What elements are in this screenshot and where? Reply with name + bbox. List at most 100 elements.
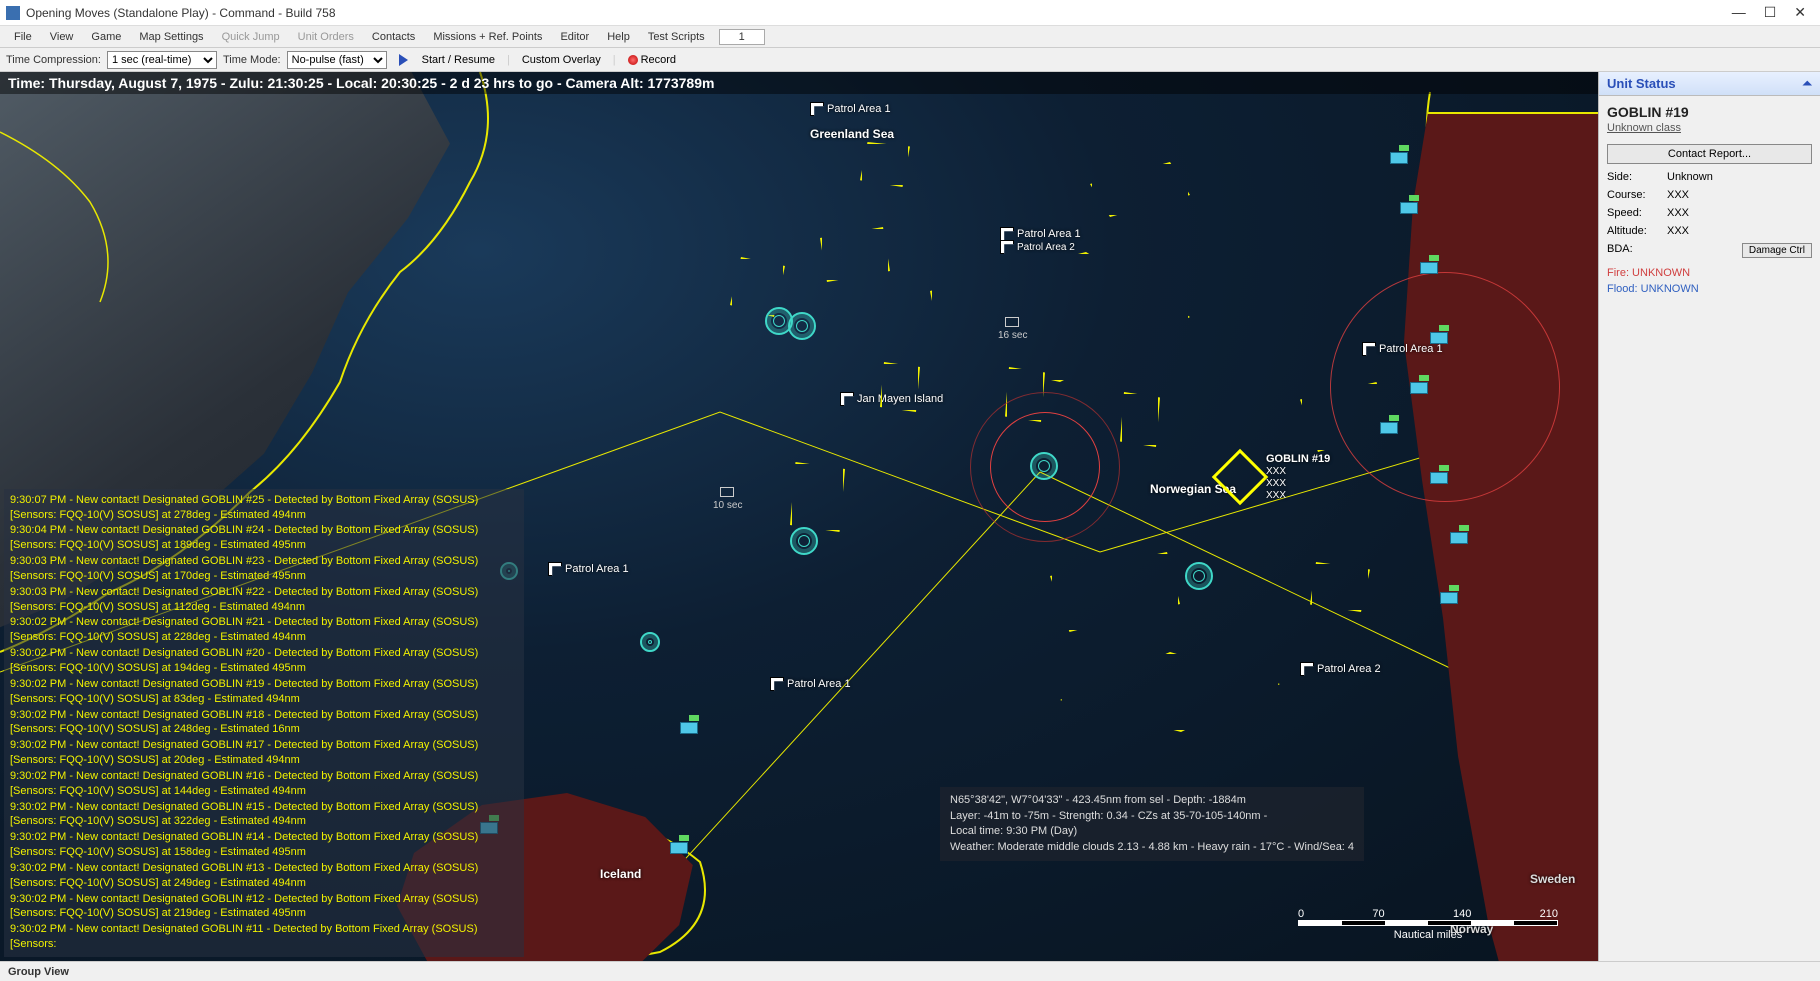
cursor-info-weather: Weather: Moderate middle clouds 2.13 - 4… bbox=[950, 840, 1354, 855]
menu-number-box[interactable]: 1 bbox=[719, 29, 765, 45]
selected-name: GOBLIN #19 bbox=[1266, 453, 1330, 466]
friendly-unit[interactable] bbox=[1400, 202, 1418, 214]
menu-contacts[interactable]: Contacts bbox=[364, 29, 423, 45]
log-entry: 9:30:02 PM - New contact! Designated GOB… bbox=[10, 861, 518, 891]
selected-line1: XXX bbox=[1266, 466, 1330, 478]
log-entry: 9:30:07 PM - New contact! Designated GOB… bbox=[10, 493, 518, 523]
log-entry: 9:30:03 PM - New contact! Designated GOB… bbox=[10, 554, 518, 584]
log-entry: 9:30:02 PM - New contact! Designated GOB… bbox=[10, 738, 518, 768]
sonar-contact[interactable] bbox=[1030, 452, 1058, 480]
log-entry: 9:30:02 PM - New contact! Designated GOB… bbox=[10, 769, 518, 799]
unit-class-link[interactable]: Unknown class bbox=[1599, 122, 1820, 140]
menu-editor[interactable]: Editor bbox=[552, 29, 597, 45]
rp-patrol-area-ne[interactable]: Patrol Area 1 bbox=[1362, 342, 1443, 356]
cursor-info-box: N65°38'42", W7°04'33" - 423.45nm from se… bbox=[940, 787, 1364, 861]
menu-map-settings[interactable]: Map Settings bbox=[131, 29, 211, 45]
patrol-poly bbox=[1090, 162, 1190, 217]
collapse-panel-icon[interactable]: ⏶ bbox=[1802, 76, 1812, 91]
rp-jan-mayen[interactable]: Jan Mayen Island bbox=[840, 392, 943, 406]
panel-header: Unit Status ⏶ bbox=[1599, 72, 1820, 96]
menu-test-scripts[interactable]: Test Scripts bbox=[640, 29, 713, 45]
speed-value: XXX bbox=[1667, 207, 1689, 219]
flood-status: Flood: UNKNOWN bbox=[1599, 281, 1820, 297]
sonar-contact[interactable] bbox=[790, 527, 818, 555]
menu-game[interactable]: Game bbox=[83, 29, 129, 45]
start-resume-button[interactable]: Start / Resume bbox=[416, 52, 501, 68]
log-entry: 9:30:03 PM - New contact! Designated GOB… bbox=[10, 585, 518, 615]
scale-label: Nautical miles bbox=[1298, 929, 1558, 941]
scale-bar: 0 70 140 210 Nautical miles bbox=[1298, 908, 1558, 941]
friendly-unit[interactable] bbox=[1450, 532, 1468, 544]
patrol-poly bbox=[860, 142, 910, 187]
menu-quick-jump[interactable]: Quick Jump bbox=[214, 29, 288, 45]
selected-contact[interactable]: GOBLIN #19 XXX XXX XXX bbox=[1220, 457, 1260, 500]
friendly-unit[interactable] bbox=[670, 842, 688, 854]
menu-view[interactable]: View bbox=[42, 29, 82, 45]
unit-name: GOBLIN #19 bbox=[1599, 96, 1820, 122]
friendly-unit[interactable] bbox=[1380, 422, 1398, 434]
friendly-unit[interactable] bbox=[1420, 262, 1438, 274]
rp-patrol-area-mid[interactable]: Patrol Area 1 bbox=[770, 677, 851, 691]
rp-patrol-area-1-n[interactable]: Patrol Area 1 bbox=[810, 102, 891, 116]
rp-patrol-area-2-e[interactable]: Patrol Area 2 bbox=[1300, 662, 1381, 676]
rp-patrol-area-1-w[interactable]: Patrol Area 1 bbox=[548, 562, 629, 576]
time-compression-select[interactable]: 1 sec (real-time) bbox=[107, 51, 217, 69]
damage-ctrl-button[interactable]: Damage Ctrl bbox=[1742, 243, 1812, 258]
log-entry: 9:30:02 PM - New contact! Designated GOB… bbox=[10, 892, 518, 922]
log-entry: 9:30:02 PM - New contact! Designated GOB… bbox=[10, 708, 518, 738]
cursor-info-coords: N65°38'42", W7°04'33" - 423.45nm from se… bbox=[950, 793, 1354, 808]
timing-marker-16s bbox=[1005, 317, 1019, 327]
group-view-label[interactable]: Group View bbox=[8, 966, 69, 978]
friendly-unit[interactable] bbox=[1430, 332, 1448, 344]
maximize-button[interactable]: ☐ bbox=[1764, 4, 1777, 21]
menu-help[interactable]: Help bbox=[599, 29, 638, 45]
label-greenland-sea: Greenland Sea bbox=[810, 127, 894, 141]
fire-status: Fire: UNKNOWN bbox=[1599, 261, 1820, 281]
selected-line2: XXX bbox=[1266, 478, 1330, 490]
patrol-poly bbox=[820, 227, 890, 282]
timing-label-10s: 10 sec bbox=[713, 500, 742, 511]
close-button[interactable]: ✕ bbox=[1794, 4, 1806, 21]
time-status-bar: Time: Thursday, August 7, 1975 - Zulu: 2… bbox=[0, 72, 1598, 94]
unit-status-panel: Unit Status ⏶ GOBLIN #19 Unknown class C… bbox=[1598, 72, 1820, 961]
main-area: Time: Thursday, August 7, 1975 - Zulu: 2… bbox=[0, 72, 1820, 961]
friendly-unit[interactable] bbox=[1430, 472, 1448, 484]
selection-diamond-icon bbox=[1212, 449, 1269, 506]
minimize-button[interactable]: — bbox=[1732, 4, 1746, 21]
sonar-contact[interactable] bbox=[640, 632, 660, 652]
time-mode-select[interactable]: No-pulse (fast) bbox=[287, 51, 387, 69]
patrol-poly bbox=[1005, 367, 1045, 422]
friendly-unit[interactable] bbox=[680, 722, 698, 734]
patrol-poly bbox=[930, 252, 1190, 382]
friendly-unit[interactable] bbox=[1390, 152, 1408, 164]
selected-line3: XXX bbox=[1266, 490, 1330, 502]
friendly-unit[interactable] bbox=[1410, 382, 1428, 394]
log-entry: 9:30:02 PM - New contact! Designated GOB… bbox=[10, 830, 518, 860]
custom-overlay-button[interactable]: Custom Overlay bbox=[516, 52, 607, 68]
record-button[interactable]: Record bbox=[622, 52, 682, 68]
friendly-unit[interactable] bbox=[1440, 592, 1458, 604]
menu-bar: File View Game Map Settings Quick Jump U… bbox=[0, 26, 1820, 48]
menu-file[interactable]: File bbox=[6, 29, 40, 45]
log-entry: 9:30:02 PM - New contact! Designated GOB… bbox=[10, 646, 518, 676]
log-entry: 9:30:02 PM - New contact! Designated GOB… bbox=[10, 922, 518, 952]
title-bar: Opening Moves (Standalone Play) - Comman… bbox=[0, 0, 1820, 26]
menu-unit-orders[interactable]: Unit Orders bbox=[290, 29, 362, 45]
play-icon[interactable] bbox=[399, 54, 408, 66]
rp-patrol-area-1-2[interactable]: Patrol Area 1 bbox=[1000, 227, 1084, 241]
sonar-contact[interactable] bbox=[788, 312, 816, 340]
cursor-info-layer: Layer: -41m to -75m - Strength: 0.34 - C… bbox=[950, 809, 1354, 824]
contact-report-button[interactable]: Contact Report... bbox=[1607, 144, 1812, 164]
land-norway bbox=[1338, 112, 1598, 961]
map-viewport[interactable]: Time: Thursday, August 7, 1975 - Zulu: 2… bbox=[0, 72, 1598, 961]
window-controls: — ☐ ✕ bbox=[1732, 4, 1814, 21]
sonar-contact[interactable] bbox=[1185, 562, 1213, 590]
app-icon bbox=[6, 6, 20, 20]
message-log[interactable]: 9:30:07 PM - New contact! Designated GOB… bbox=[4, 489, 524, 957]
menu-missions[interactable]: Missions + Ref. Points bbox=[425, 29, 550, 45]
timing-label-16s: 16 sec bbox=[998, 330, 1027, 341]
patrol-poly bbox=[1050, 552, 1180, 632]
patrol-poly bbox=[1120, 392, 1160, 447]
record-icon bbox=[628, 55, 638, 65]
rp-patrol-area-2-small[interactable]: Patrol Area 2 bbox=[1000, 240, 1075, 254]
